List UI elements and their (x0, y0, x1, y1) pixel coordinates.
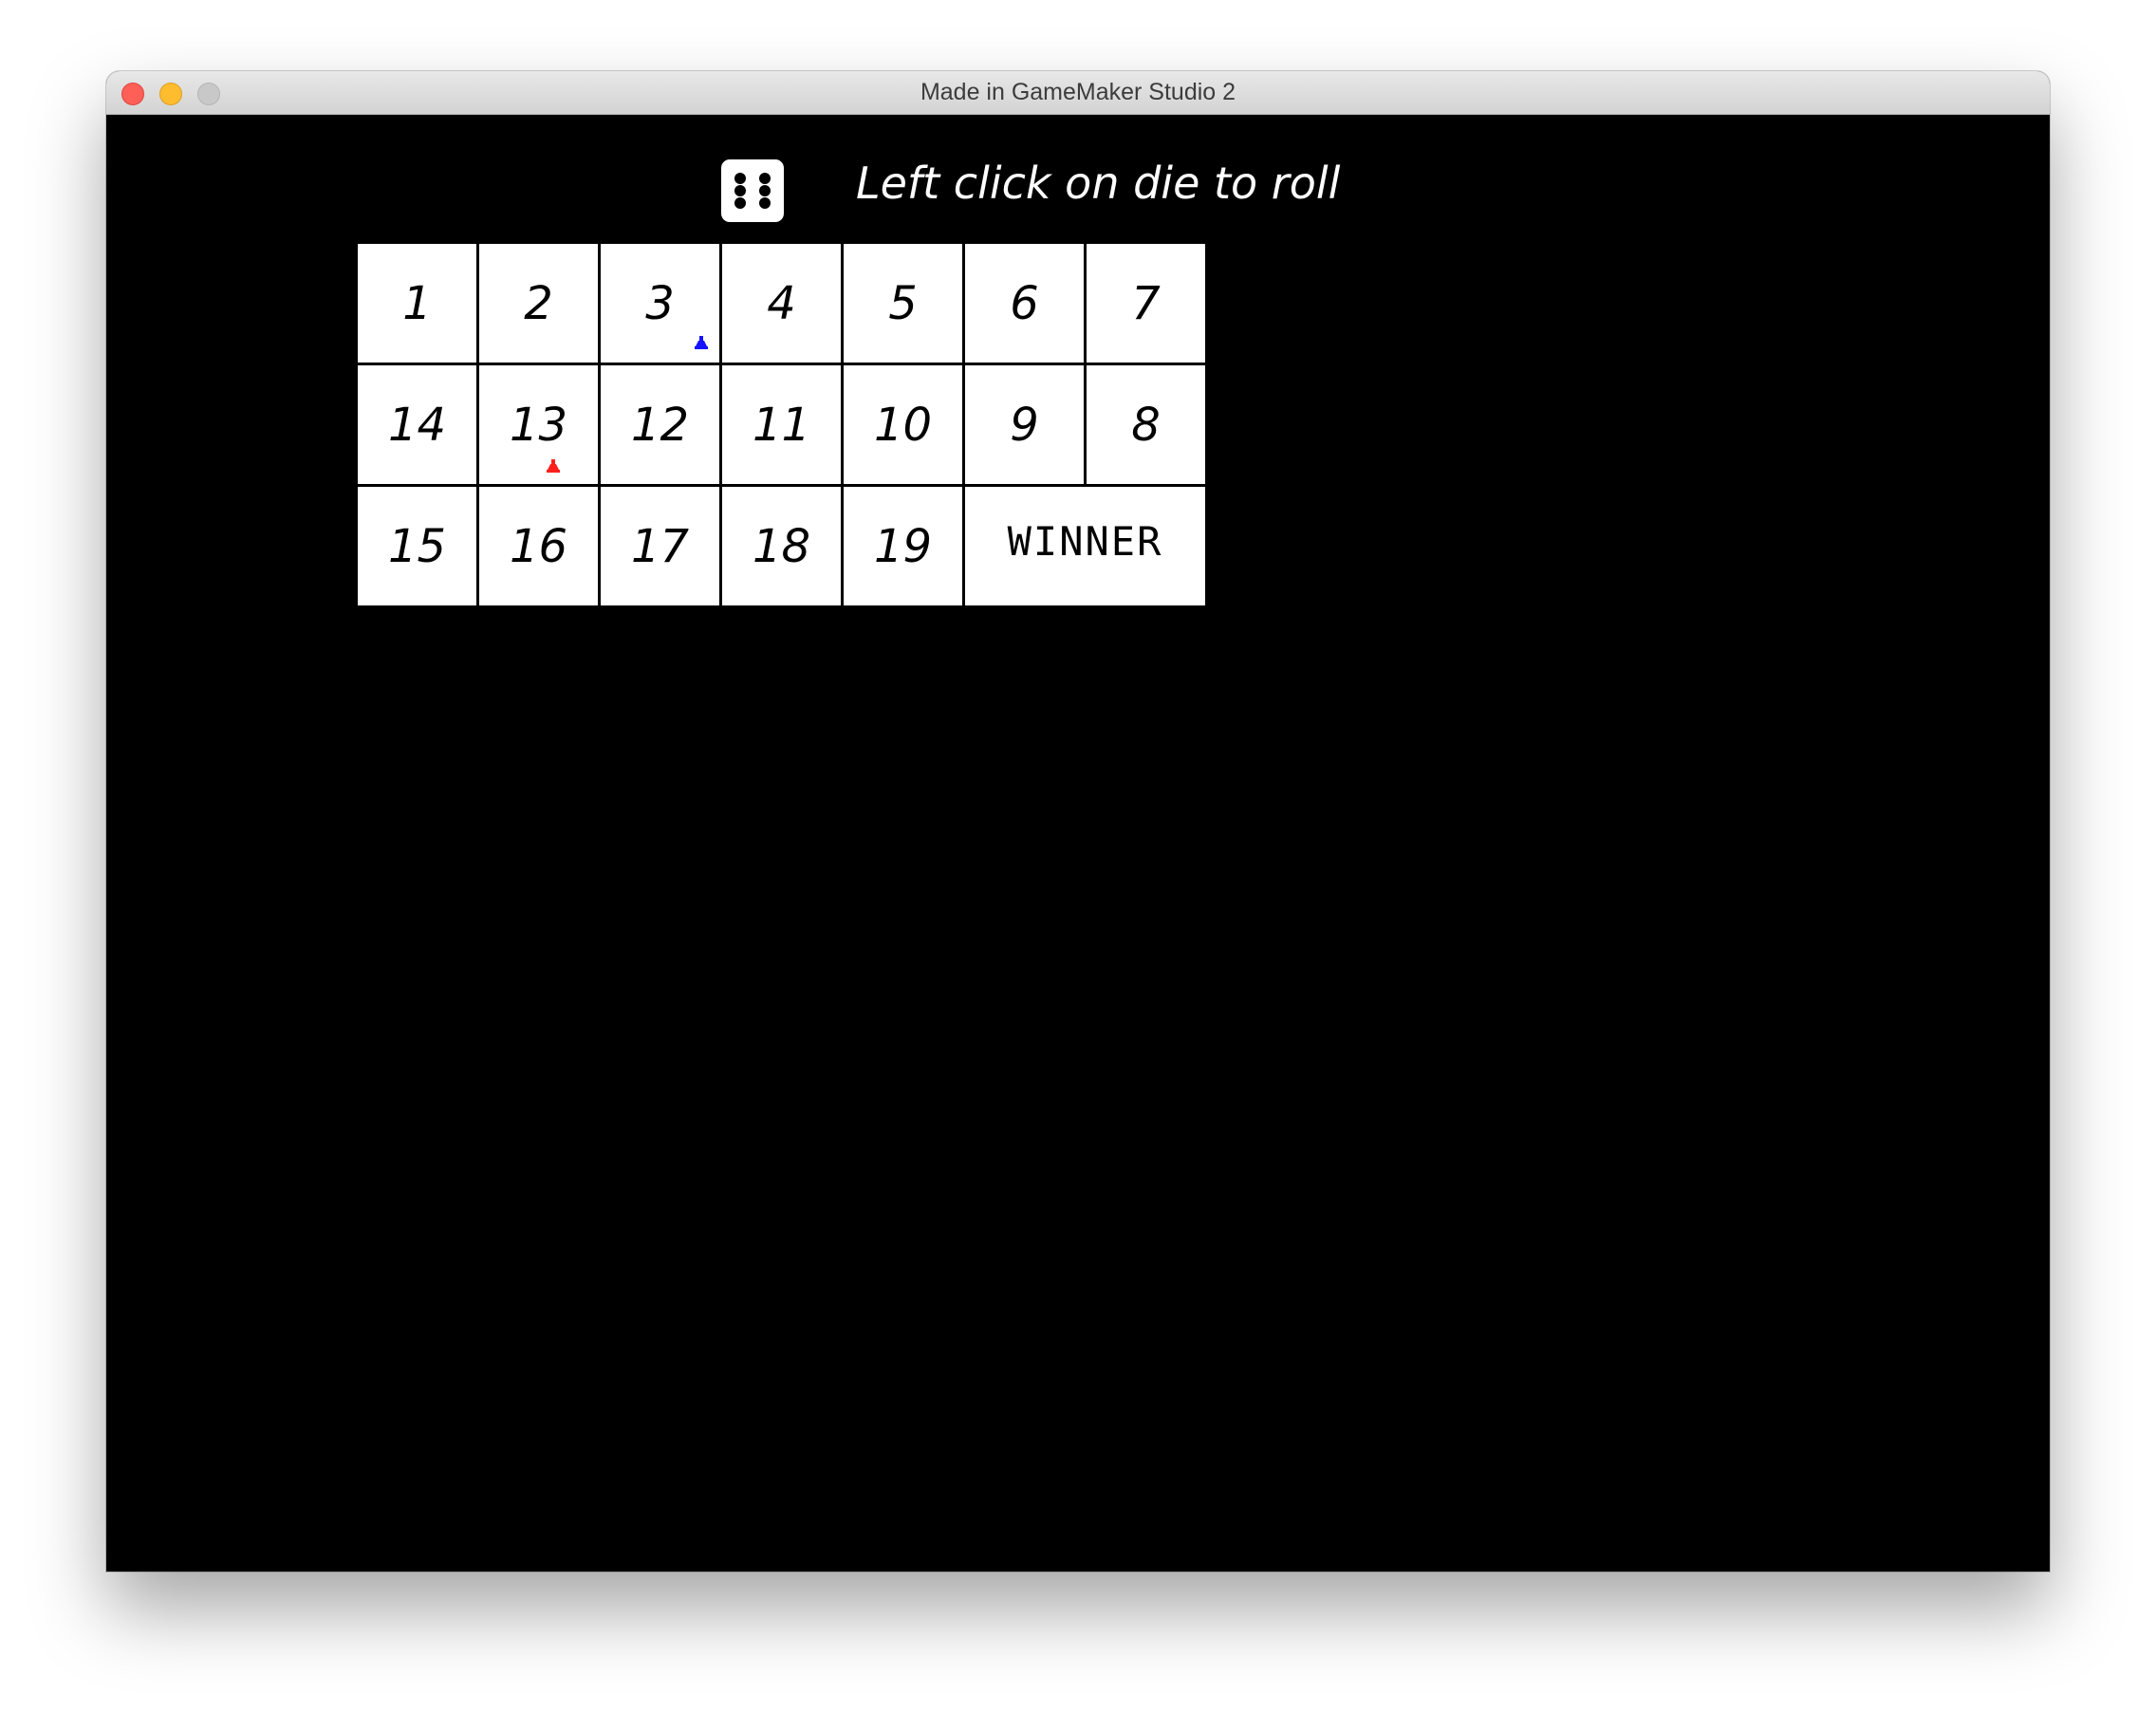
die-pip (734, 173, 746, 184)
square-number: 1 (402, 276, 432, 330)
square-number: 18 (752, 519, 811, 573)
roll-instruction: Left click on die to roll (856, 158, 1341, 209)
board-square-4: 4 (722, 244, 841, 363)
square-number: 10 (873, 398, 933, 452)
blue-player-token (694, 336, 709, 349)
game-board: 1 2 3 4 5 6 7 14 13 12 11 10 9 8 15 16 17 18 19 WINNER (358, 244, 1208, 608)
board-square-11: 11 (722, 365, 841, 484)
die-pip (734, 197, 746, 209)
board-square-13: 13 (479, 365, 598, 484)
die-pip (734, 185, 746, 196)
board-square-9: 9 (965, 365, 1084, 484)
square-number: 11 (752, 398, 811, 452)
board-square-winner: WINNER (965, 487, 1205, 605)
die-pip (759, 197, 771, 209)
title-bar[interactable]: Made in GameMaker Studio 2 (106, 71, 2050, 115)
square-number: 6 (1010, 276, 1039, 330)
winner-label: WINNER (1007, 518, 1163, 565)
square-number: 7 (1131, 276, 1161, 330)
square-number: 12 (630, 398, 690, 452)
square-number: 15 (387, 519, 447, 573)
board-square-12: 12 (601, 365, 719, 484)
square-number: 3 (645, 276, 675, 330)
board-square-16: 16 (479, 487, 598, 605)
board-square-1: 1 (358, 244, 476, 363)
board-square-10: 10 (844, 365, 962, 484)
board-square-2: 2 (479, 244, 598, 363)
board-square-14: 14 (358, 365, 476, 484)
square-number: 16 (509, 519, 568, 573)
square-number: 8 (1131, 398, 1161, 452)
board-square-6: 6 (965, 244, 1084, 363)
board-square-5: 5 (844, 244, 962, 363)
die-pip (759, 185, 771, 196)
die-pip (759, 173, 771, 184)
board-square-15: 15 (358, 487, 476, 605)
red-player-token (546, 459, 561, 473)
board-square-7: 7 (1087, 244, 1205, 363)
board-square-17: 17 (601, 487, 719, 605)
square-number: 5 (888, 276, 918, 330)
board-square-19: 19 (844, 487, 962, 605)
square-number: 2 (524, 276, 553, 330)
game-window: Made in GameMaker Studio 2 Left click on… (106, 71, 2050, 1572)
window-title: Made in GameMaker Studio 2 (920, 79, 1236, 105)
square-number: 17 (630, 519, 690, 573)
game-canvas[interactable]: Left click on die to roll 1 2 3 4 5 6 7 14 13 12 1… (106, 115, 2050, 1572)
board-square-18: 18 (722, 487, 841, 605)
square-number: 19 (873, 519, 933, 573)
die-button[interactable] (721, 159, 784, 222)
square-number: 4 (767, 276, 796, 330)
square-number: 14 (387, 398, 447, 452)
square-number: 9 (1010, 398, 1039, 452)
square-number: 13 (509, 398, 568, 452)
board-square-8: 8 (1087, 365, 1205, 484)
